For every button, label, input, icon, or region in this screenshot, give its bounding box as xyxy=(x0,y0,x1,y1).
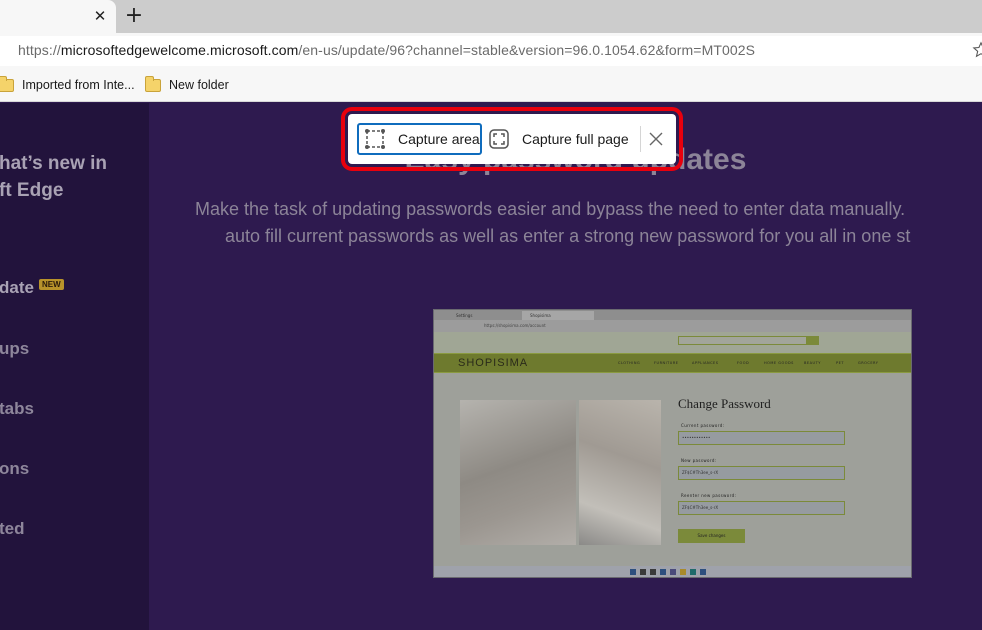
shot-taskbar xyxy=(434,566,911,577)
shot-reenter-field: ZF$C#Th3ee_s-rX xyxy=(678,501,845,515)
shot-start-icon xyxy=(630,569,636,575)
sidebar-item-label: tabs xyxy=(0,399,34,418)
tab-strip: ✕ + xyxy=(0,0,982,33)
capture-full-page-label: Capture full page xyxy=(522,131,629,147)
folder-icon xyxy=(0,75,14,92)
shot-search-icon xyxy=(806,336,819,345)
sidebar-item-label: ted xyxy=(0,519,25,538)
bookmark-folder-imported[interactable]: Imported from Inte... xyxy=(0,75,135,95)
feature-screenshot: Settings Shopisima https://shopisima.com… xyxy=(433,309,912,578)
url-scheme: https:// xyxy=(18,42,61,58)
capture-full-page-button[interactable]: Capture full page xyxy=(488,123,634,155)
description-line1: Make the task of updating passwords easi… xyxy=(195,199,906,219)
capture-area-icon xyxy=(365,129,385,149)
bookmarks-bar: Imported from Inte... New folder xyxy=(0,69,982,102)
shot-reenter-label: Reenter new password: xyxy=(681,493,737,498)
shot-nav-item: CLOTHING xyxy=(618,361,641,365)
shot-search-icon xyxy=(640,569,646,575)
capture-area-button[interactable]: Capture area xyxy=(357,123,482,155)
sidebar-item-tabs[interactable]: tabs xyxy=(0,399,34,419)
sidebar-item-label: ons xyxy=(0,459,30,478)
description-line2: auto fill current passwords as well as e… xyxy=(225,226,911,246)
page-content: hat’s new in ft Edge date NEW ups tabs on… xyxy=(0,103,982,630)
shot-nav-item: GROCERY xyxy=(858,361,879,365)
new-badge: NEW xyxy=(38,279,64,290)
shot-photo-living-room xyxy=(460,400,576,545)
shot-taskview-icon xyxy=(650,569,656,575)
url-path: /en-us/update/96?channel=stable&version=… xyxy=(298,42,756,58)
sidebar-title-line2: ft Edge xyxy=(0,180,64,201)
star-icon[interactable] xyxy=(972,41,982,59)
sidebar-item-label: ups xyxy=(0,339,30,358)
sidebar-item-options[interactable]: ons xyxy=(0,459,29,479)
browser-tab[interactable]: ✕ xyxy=(0,0,116,33)
shot-tab-settings: Settings xyxy=(456,313,473,318)
shot-logo: SHOPISIMA xyxy=(458,357,529,369)
shot-address: https://shopisima.com/account xyxy=(434,320,911,332)
shot-photo-reading xyxy=(579,400,661,545)
close-icon[interactable] xyxy=(646,126,666,152)
shot-nav-item: FURNITURE xyxy=(654,361,679,365)
shot-nav-item: PET xyxy=(836,361,844,365)
sidebar: hat’s new in ft Edge date NEW ups tabs on… xyxy=(0,103,149,630)
shot-header xyxy=(434,332,911,353)
shot-tabstrip: Settings Shopisima xyxy=(434,310,911,320)
url-host: microsoftedgewelcome.microsoft.com xyxy=(60,42,299,58)
toolbar-divider xyxy=(640,126,641,152)
shot-explorer-icon xyxy=(680,569,686,575)
page-description: Make the task of updating passwords easi… xyxy=(195,196,910,250)
url-text[interactable]: https://microsoftedgewelcome.microsoft.c… xyxy=(18,42,755,58)
shot-tab-shop: Shopisima xyxy=(522,311,594,320)
close-tab-icon[interactable]: ✕ xyxy=(92,7,108,25)
shot-form-title: Change Password xyxy=(678,396,771,411)
capture-area-label: Capture area xyxy=(398,131,480,147)
bookmark-label: New folder xyxy=(169,78,229,92)
shot-chat-icon xyxy=(670,569,676,575)
sidebar-item-label: date xyxy=(0,278,34,297)
shot-nav-item: BEAUTY xyxy=(804,361,821,365)
shot-new-field: ZF$C#Th3ee_s-rX xyxy=(678,466,845,480)
web-capture-toolbar: Capture area Capture full page xyxy=(348,114,676,164)
browser-toolbar: https://microsoftedgewelcome.microsoft.c… xyxy=(0,33,982,69)
shot-widgets-icon xyxy=(660,569,666,575)
bookmark-folder-new[interactable]: New folder xyxy=(145,75,229,95)
bookmark-label: Imported from Inte... xyxy=(22,78,135,92)
shot-save-button: Save changes xyxy=(678,529,745,543)
folder-icon xyxy=(145,75,161,92)
shot-nav-item: APPLIANCES xyxy=(692,361,719,365)
sidebar-item-groups[interactable]: ups xyxy=(0,339,29,359)
capture-full-page-icon xyxy=(489,129,509,149)
shot-nav: SHOPISIMA CLOTHING FURNITURE APPLIANCES … xyxy=(434,353,911,373)
shot-current-label: Current password: xyxy=(681,423,725,428)
shot-current-field: •••••••••••• xyxy=(678,431,845,445)
shot-nav-item: FOOD xyxy=(737,361,750,365)
sidebar-title: hat’s new in ft Edge xyxy=(0,150,107,204)
new-tab-icon[interactable]: + xyxy=(124,4,144,28)
sidebar-item-started[interactable]: ted xyxy=(0,519,25,539)
sidebar-item-update[interactable]: date NEW xyxy=(0,278,64,298)
shot-nav-item: HOME GOODS xyxy=(764,361,794,365)
shot-store-icon xyxy=(700,569,706,575)
shot-search xyxy=(678,336,808,345)
shot-edge-icon xyxy=(690,569,696,575)
address-bar[interactable]: https://microsoftedgewelcome.microsoft.c… xyxy=(0,36,982,66)
shot-new-label: New password: xyxy=(681,458,717,463)
sidebar-title-line1: hat’s new in xyxy=(0,153,108,174)
